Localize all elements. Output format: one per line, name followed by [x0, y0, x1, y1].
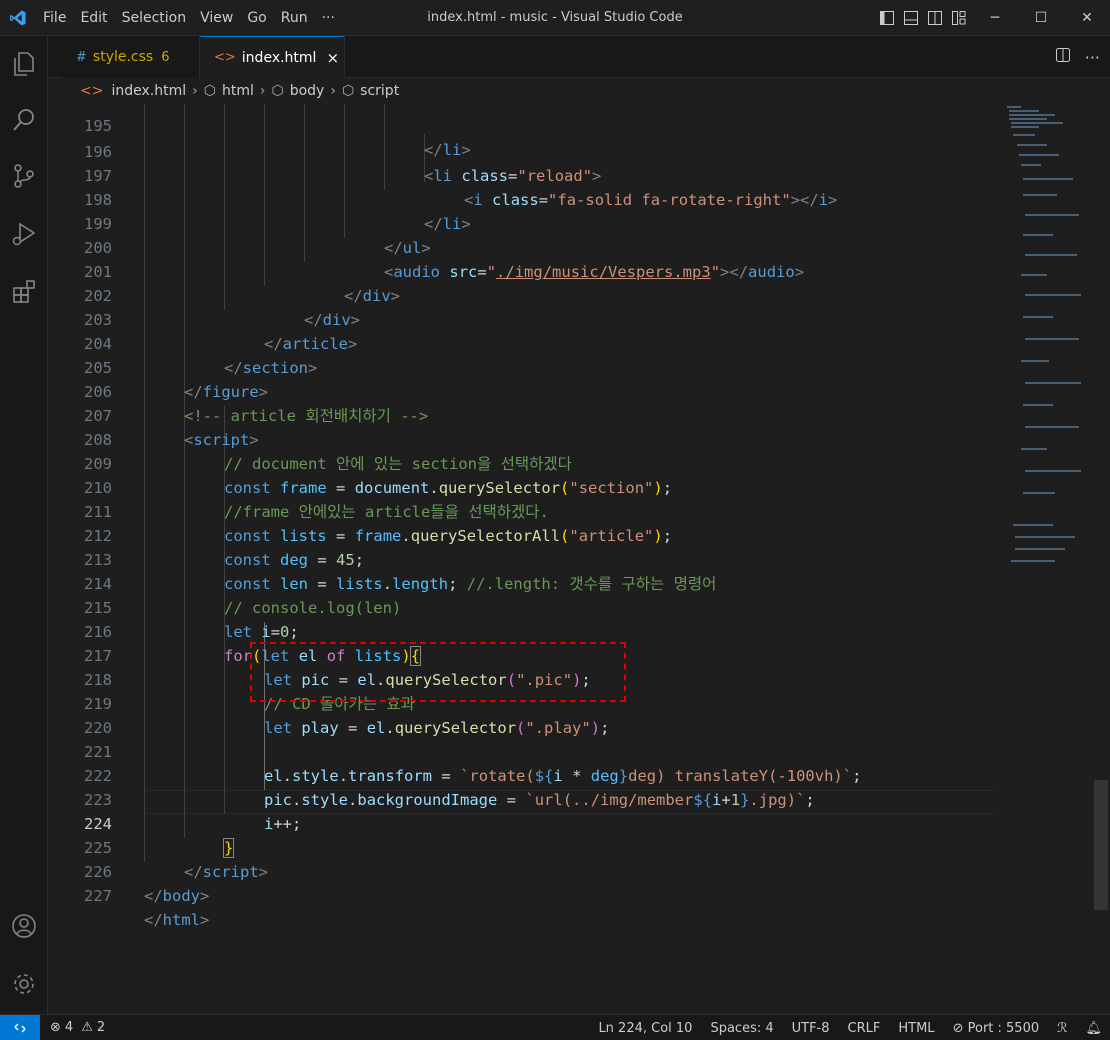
language-mode[interactable]: HTML [898, 1021, 934, 1036]
menu-file[interactable]: File [36, 0, 73, 36]
symbol-element-icon: ⬡ [341, 83, 355, 99]
code-line: 209 const frame = document.querySelector… [84, 455, 673, 497]
code-line: 203 </article> [84, 311, 358, 353]
code-line: 213 const len = lists.length; //.length:… [84, 551, 717, 593]
breadcrumb: <> index.html › ⬡ html › ⬡ body › ⬡ scri… [48, 78, 1110, 104]
explorer-icon[interactable] [0, 40, 48, 88]
breadcrumb-file[interactable]: index.html [111, 83, 186, 99]
feedback-icon[interactable]: ℛ [1057, 1021, 1067, 1036]
symbol-element-icon: ⬡ [271, 83, 284, 99]
minimize-button[interactable]: ─ [972, 0, 1018, 36]
extensions-icon[interactable] [0, 268, 48, 316]
account-icon[interactable] [0, 902, 48, 950]
menu-bar: File Edit Selection View Go Run ··· [36, 0, 342, 36]
problem-count-badge: 6 [161, 49, 170, 65]
chevron-right-icon: › [259, 83, 266, 99]
split-editor-icon[interactable] [1055, 47, 1071, 67]
source-control-icon[interactable] [0, 152, 48, 200]
code-line: 201 </div> [84, 263, 401, 305]
annotation-highlight-box [250, 642, 626, 702]
html-file-icon: <> [80, 83, 104, 99]
close-window-button[interactable]: ✕ [1064, 0, 1110, 36]
vscode-logo-icon [0, 0, 36, 36]
menu-go[interactable]: Go [240, 0, 273, 36]
code-line: 202 </div> [84, 287, 361, 329]
code-line: 223 i++; [84, 791, 302, 833]
notifications-bell-icon[interactable]: 🔔︎ [1085, 1021, 1102, 1036]
code-line: 215 let i=0; [84, 599, 299, 641]
remote-indicator-icon[interactable] [0, 1014, 40, 1040]
code-line: 216 for(let el of lists){ [84, 623, 422, 666]
code-line-current: 224 } [84, 815, 235, 858]
code-line: 206 <!-- article 회전배치하기 --> [84, 383, 429, 425]
live-server-port[interactable]: ⊘ Port : 5500 [953, 1021, 1040, 1036]
code-line: 197 <i class="fa-solid fa-rotate-right">… [84, 167, 838, 209]
code-line: 210 //frame 안에있는 article들을 선택하겠다. [84, 479, 549, 521]
tab-label: index.html [241, 49, 317, 66]
breadcrumb-script[interactable]: script [360, 83, 399, 99]
menu-run[interactable]: Run [274, 0, 315, 36]
tab-label: style.css [92, 49, 154, 65]
error-count: 4 [64, 1020, 74, 1035]
code-line: 211 const lists = frame.querySelectorAll… [84, 503, 673, 545]
more-actions-icon[interactable]: ··· [1085, 48, 1100, 67]
code-line: 204 </section> [84, 335, 318, 377]
minimap[interactable] [1003, 104, 1095, 574]
code-line: 217 let pic = el.querySelector(".pic"); [84, 647, 591, 689]
code-line: 221 el.style.transform = `rotate(${i * d… [84, 743, 862, 785]
tab-style-css[interactable]: # style.css 6 [62, 36, 200, 78]
code-line: 208 // document 안에 있는 section을 선택하겠다 [84, 431, 572, 473]
chevron-right-icon: › [330, 83, 336, 99]
close-tab-icon[interactable]: × [326, 49, 339, 67]
activity-bar [0, 36, 48, 1014]
settings-gear-icon[interactable] [0, 960, 48, 1008]
html-file-icon: <> [214, 50, 236, 65]
toggle-panel-icon[interactable] [900, 0, 922, 36]
menu-edit[interactable]: Edit [73, 0, 114, 36]
warning-icon: ⚠ [81, 1020, 93, 1035]
code-line: 226 </body> [84, 863, 210, 905]
breadcrumb-body[interactable]: body [290, 83, 325, 99]
code-line: 198 </li> [84, 191, 471, 233]
encoding[interactable]: UTF-8 [792, 1021, 830, 1036]
breadcrumb-html[interactable]: html [222, 83, 254, 99]
title-bar: File Edit Selection View Go Run ··· inde… [0, 0, 1110, 36]
code-line: 200 <audio src="./img/music/Vespers.mp3"… [84, 239, 805, 281]
css-file-icon: # [76, 49, 87, 65]
window-title: index.html - music - Visual Studio Code [427, 10, 683, 25]
symbol-element-icon: ⬡ [203, 83, 216, 99]
warning-count: 2 [96, 1020, 106, 1035]
code-line: 212 const deg = 45; [84, 527, 365, 569]
tab-bar: # style.css 6 <> index.html × ··· [48, 36, 1110, 78]
toggle-secondary-sidebar-icon[interactable] [924, 0, 946, 36]
vertical-scrollbar[interactable] [1094, 780, 1108, 910]
code-editor[interactable]: 195 </li> 196 <li class="reload"> 197 <i… [48, 104, 1110, 1014]
code-line: 225 </script> [84, 839, 269, 881]
line-endings[interactable]: CRLF [848, 1021, 881, 1036]
problems-indicator[interactable]: ⊗ 4 ⚠ 2 [50, 1020, 105, 1035]
code-line: 214 // console.log(len) [84, 575, 402, 617]
cursor-position[interactable]: Ln 224, Col 10 [598, 1021, 692, 1036]
code-line: 227 </html> [84, 887, 210, 929]
tab-index-html[interactable]: <> index.html × [200, 36, 345, 78]
code-line: 195 </li> [84, 117, 471, 159]
menu-view[interactable]: View [193, 0, 240, 36]
menu-more[interactable]: ··· [315, 0, 342, 36]
chevron-right-icon: › [192, 83, 198, 99]
run-debug-icon[interactable] [0, 210, 48, 258]
port-icon: ⊘ [952, 1020, 964, 1036]
code-line: 205 </figure> [84, 359, 269, 401]
maximize-button[interactable]: ☐ [1018, 0, 1064, 36]
toggle-primary-sidebar-icon[interactable] [876, 0, 898, 36]
error-icon: ⊗ [50, 1020, 61, 1035]
indentation[interactable]: Spaces: 4 [710, 1021, 773, 1036]
code-line: 196 <li class="reload"> [84, 143, 602, 185]
customize-layout-icon[interactable] [948, 0, 970, 36]
status-bar: ⊗ 4 ⚠ 2 Ln 224, Col 10 Spaces: 4 UTF-8 C… [0, 1014, 1110, 1040]
code-line: 222 pic.style.backgroundImage = `url(../… [84, 767, 815, 809]
code-line: 207 <script> [84, 407, 259, 449]
search-icon[interactable] [0, 96, 48, 144]
menu-selection[interactable]: Selection [115, 0, 194, 36]
code-line: 199 </ul> [84, 215, 431, 257]
